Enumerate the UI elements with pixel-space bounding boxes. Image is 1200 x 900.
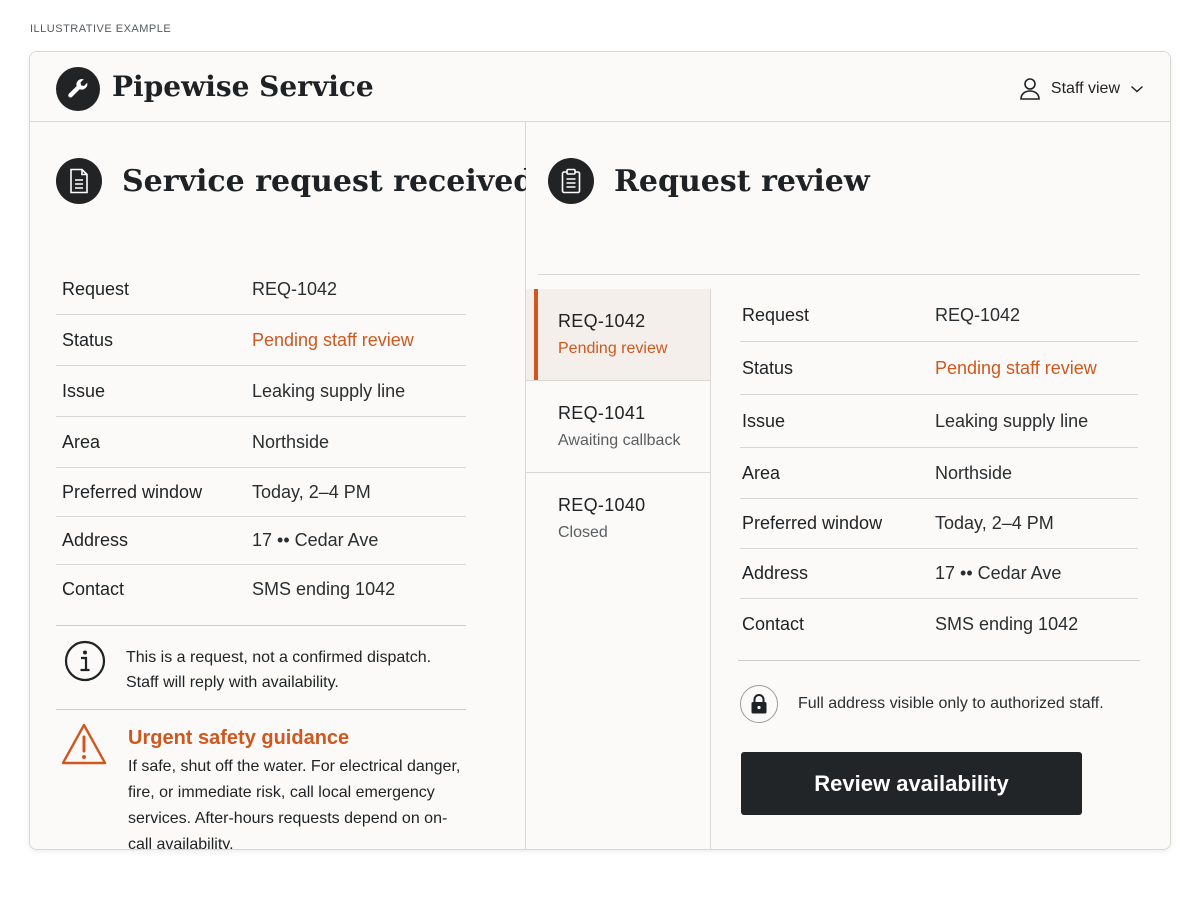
table-row: Area Northside: [740, 448, 1138, 499]
request-list-item-req-1040[interactable]: REQ-1040 Closed: [526, 473, 710, 565]
row-value: Northside: [935, 462, 1013, 483]
row-label: Contact: [62, 578, 125, 599]
urgent-safety-guidance: Urgent safety guidance If safe, shut off…: [60, 722, 480, 850]
row-label: Request: [742, 304, 810, 325]
request-summary-table: Request REQ-1042 Status Pending staff re…: [56, 264, 466, 613]
urgent-text: If safe, shut off the water. For electri…: [128, 758, 461, 850]
row-value: SMS ending 1042: [935, 613, 1079, 634]
table-row: Issue Leaking supply line: [740, 395, 1138, 448]
row-label: Status: [742, 357, 794, 378]
urgent-title: Urgent safety guidance: [128, 727, 350, 749]
app-window: Pipewise Service Staff view Service requ…: [29, 51, 1171, 850]
notice-text: This is a request, not a confirmed dispa…: [126, 649, 432, 691]
table-row: Status Pending staff review: [56, 315, 466, 366]
staff-review-panel: Request review REQ-1042 Pending review R…: [526, 122, 1170, 849]
lock-icon: [740, 685, 778, 723]
row-value: REQ-1042: [935, 304, 1021, 325]
confirmation-header: Service request received: [56, 158, 534, 204]
table-row: Preferred window Today, 2–4 PM: [56, 468, 466, 517]
table-row: Status Pending staff review: [740, 342, 1138, 395]
clipboard-icon: [548, 158, 594, 204]
row-label: Issue: [62, 380, 106, 401]
divider: [538, 274, 1140, 275]
row-value: Leaking supply line: [252, 380, 406, 401]
table-row: Address 17 •• Cedar Ave: [740, 549, 1138, 599]
address-privacy-note: Full address visible only to authorized …: [740, 685, 1104, 723]
row-value: Leaking supply line: [935, 410, 1089, 431]
status-value: Pending staff review: [252, 329, 414, 350]
wrench-icon: [56, 67, 100, 111]
row-label: Preferred window: [742, 513, 883, 533]
table-row: Preferred window Today, 2–4 PM: [740, 499, 1138, 549]
row-value: Today, 2–4 PM: [935, 513, 1054, 533]
table-row: Request REQ-1042: [56, 264, 466, 315]
privacy-note-text: Full address visible only to authorized …: [798, 695, 1104, 712]
row-label: Area: [62, 431, 101, 452]
table-row: Contact SMS ending 1042: [740, 599, 1138, 649]
row-label: Request: [62, 278, 130, 299]
top-bar: Pipewise Service Staff view: [30, 52, 1170, 122]
row-label: Issue: [742, 410, 786, 431]
row-value: 17 •• Cedar Ave: [935, 563, 1062, 583]
info-icon: [64, 640, 106, 682]
warning-icon: [61, 723, 107, 765]
divider: [56, 709, 466, 710]
document-icon: [56, 158, 102, 204]
staff-view-label: Staff view: [1050, 80, 1120, 97]
row-value: REQ-1042: [252, 278, 338, 299]
row-label: Address: [742, 563, 809, 583]
status-value: Pending staff review: [935, 357, 1097, 378]
row-label: Contact: [742, 613, 805, 634]
illustrative-label: ILLUSTRATIVE EXAMPLE: [30, 23, 172, 35]
review-title: Request review: [614, 163, 870, 199]
row-label: Address: [62, 530, 129, 550]
table-row: Request REQ-1042: [740, 289, 1138, 342]
request-detail-table: Request REQ-1042 Status Pending staff re…: [740, 289, 1138, 649]
staff-view-dropdown[interactable]: Staff view: [1019, 76, 1144, 102]
request-status: Pending review: [558, 340, 668, 357]
review-header: Request review: [548, 158, 870, 204]
row-value: Northside: [252, 431, 330, 452]
row-value: 17 •• Cedar Ave: [252, 530, 379, 550]
request-list-item-req-1042[interactable]: REQ-1042 Pending review: [526, 289, 710, 381]
request-id: REQ-1041: [558, 403, 646, 423]
row-label: Status: [62, 329, 114, 350]
row-value: Today, 2–4 PM: [252, 481, 371, 502]
request-id: REQ-1042: [558, 311, 646, 331]
table-row: Issue Leaking supply line: [56, 366, 466, 417]
request-list-item-req-1041[interactable]: REQ-1041 Awaiting callback: [526, 381, 710, 473]
confirmation-title: Service request received: [122, 163, 535, 199]
customer-confirmation-panel: Service request received Request REQ-104…: [30, 122, 534, 850]
request-id: REQ-1040: [558, 495, 646, 515]
divider: [738, 660, 1140, 661]
request-notice: This is a request, not a confirmed dispa…: [56, 625, 466, 695]
table-row: Address 17 •• Cedar Ave: [56, 517, 466, 565]
chevron-down-icon: [1130, 84, 1144, 94]
request-status: Awaiting callback: [558, 432, 681, 449]
row-label: Area: [742, 462, 781, 483]
request-list: REQ-1042 Pending review REQ-1041 Awaitin…: [526, 289, 711, 849]
row-label: Preferred window: [62, 481, 203, 502]
row-value: SMS ending 1042: [252, 578, 396, 599]
request-status: Closed: [558, 524, 608, 541]
user-icon: [1019, 77, 1041, 101]
brand-name: Pipewise Service: [112, 70, 374, 103]
table-row: Area Northside: [56, 417, 466, 468]
table-row: Contact SMS ending 1042: [56, 565, 466, 613]
review-availability-button[interactable]: Review availability: [741, 752, 1082, 815]
